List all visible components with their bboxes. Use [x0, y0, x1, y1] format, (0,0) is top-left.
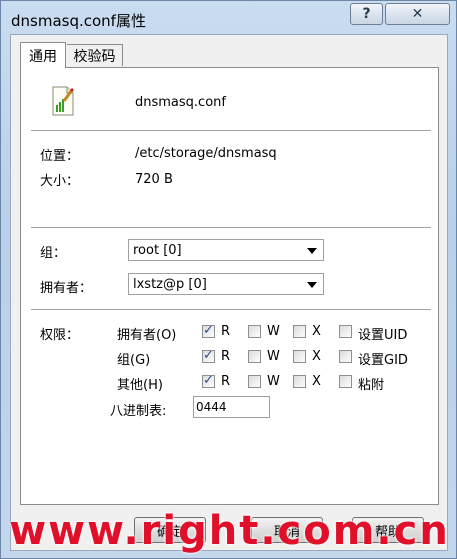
chevron-down-icon — [307, 248, 317, 254]
owner-select-value: lxstz@p [0] — [133, 277, 207, 292]
group-label: 组： — [40, 246, 67, 261]
sticky-checkbox[interactable] — [339, 375, 352, 388]
general-panel: dnsmasq.conf 位置： /etc/storage/dnsmasq 大小… — [20, 67, 439, 505]
checkbox-label: W — [267, 324, 280, 339]
checkmark-icon: ✓ — [203, 373, 214, 388]
chevron-down-icon — [307, 282, 317, 288]
file-name: dnsmasq.conf — [135, 95, 226, 110]
group-select[interactable]: root [0] — [128, 239, 324, 261]
owner-execute-checkbox[interactable] — [293, 325, 306, 338]
checkbox-label: R — [221, 374, 231, 389]
help-button[interactable]: 帮助 — [352, 517, 424, 543]
separator — [31, 130, 431, 132]
other-read-checkbox[interactable]: ✓ — [202, 373, 215, 388]
group-write-checkbox[interactable] — [248, 350, 261, 363]
owner-select[interactable]: lxstz@p [0] — [128, 273, 324, 295]
location-label: 位置： — [40, 149, 80, 164]
ok-button[interactable]: 确定 — [134, 517, 206, 543]
group-read-checkbox[interactable]: ✓ — [202, 348, 215, 363]
tab-general[interactable]: 通用 — [20, 42, 66, 68]
tab-checksum[interactable]: 校验码 — [67, 44, 123, 66]
close-icon: ✕ — [411, 6, 424, 22]
size-value: 720 B — [135, 172, 173, 187]
octal-label: 八进制表: — [110, 404, 167, 419]
checkmark-icon: ✓ — [203, 323, 214, 338]
perm-row-label: 其他(H) — [117, 378, 163, 393]
group-execute-checkbox[interactable] — [293, 350, 306, 363]
group-select-value: root [0] — [133, 243, 182, 258]
perm-row-label: 组(G) — [117, 353, 151, 368]
checkbox-label: W — [267, 349, 280, 364]
checkbox-label: R — [221, 324, 231, 339]
dialog-client-area: 通用 校验码 dnsmasq.conf 位置： /etc/storage/dns… — [10, 34, 448, 551]
octal-value: 0444 — [196, 400, 227, 414]
checkbox-label: R — [221, 349, 231, 364]
close-button[interactable]: ✕ — [385, 3, 450, 25]
properties-dialog: dnsmasq.conf属性 ? ✕ 通用 校验码 dnsmasq.conf 位… — [0, 0, 457, 559]
size-label: 大小： — [40, 174, 80, 189]
window-title: dnsmasq.conf属性 — [11, 12, 146, 30]
help-caption-button[interactable]: ? — [350, 3, 383, 25]
checkbox-label: 设置GID — [358, 353, 408, 368]
setgid-checkbox[interactable] — [339, 350, 352, 363]
octal-input[interactable]: 0444 — [193, 396, 270, 418]
owner-write-checkbox[interactable] — [248, 325, 261, 338]
setuid-checkbox[interactable] — [339, 325, 352, 338]
checkmark-icon: ✓ — [203, 348, 214, 363]
separator — [31, 227, 431, 229]
checkbox-label: W — [267, 374, 280, 389]
owner-label: 拥有者： — [40, 281, 93, 296]
cancel-button[interactable]: 取消 — [251, 517, 323, 543]
other-write-checkbox[interactable] — [248, 375, 261, 388]
checkbox-label: 粘附 — [358, 378, 385, 393]
other-execute-checkbox[interactable] — [293, 375, 306, 388]
separator — [31, 309, 431, 311]
owner-read-checkbox[interactable]: ✓ — [202, 323, 215, 338]
text-file-icon — [52, 86, 75, 116]
permissions-label: 权限： — [40, 328, 80, 343]
checkbox-label: X — [312, 374, 321, 389]
checkbox-label: X — [312, 324, 321, 339]
checkbox-label: X — [312, 349, 321, 364]
perm-row-label: 拥有者(O) — [117, 328, 177, 343]
checkbox-label: 设置UID — [358, 328, 408, 343]
location-value: /etc/storage/dnsmasq — [135, 146, 277, 161]
